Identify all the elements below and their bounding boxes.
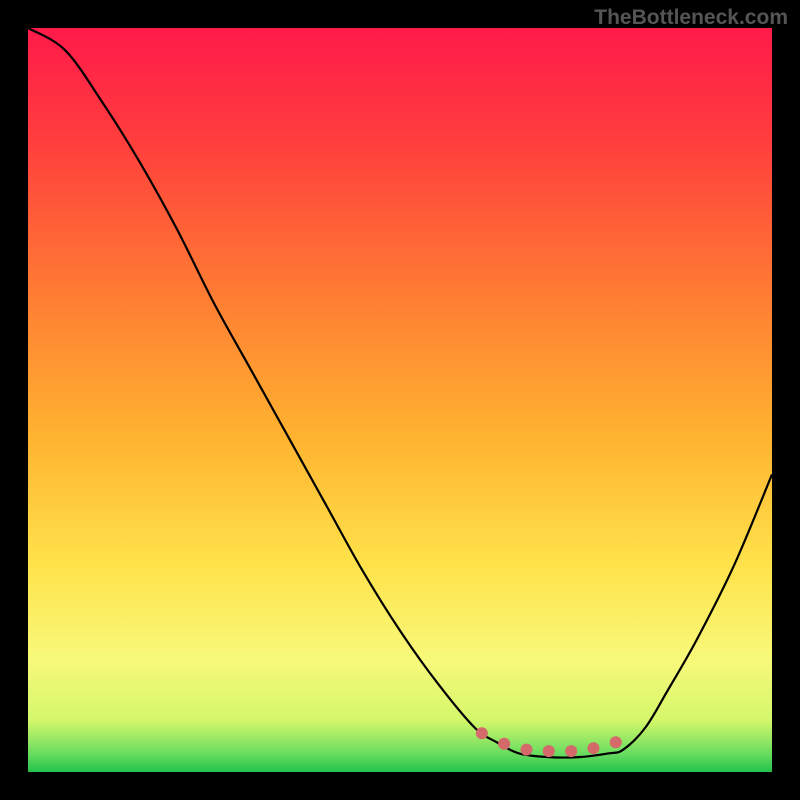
plot-area — [28, 28, 772, 772]
chart-container: TheBottleneck.com — [0, 0, 800, 800]
marker-dot — [610, 736, 622, 748]
marker-dot — [543, 745, 555, 757]
marker-dot — [565, 745, 577, 757]
marker-dot — [498, 738, 510, 750]
marker-dot — [587, 742, 599, 754]
watermark-text: TheBottleneck.com — [594, 6, 788, 30]
gradient-background — [28, 28, 772, 772]
marker-dot — [476, 727, 488, 739]
chart-svg — [28, 28, 772, 772]
marker-dot — [520, 744, 532, 756]
